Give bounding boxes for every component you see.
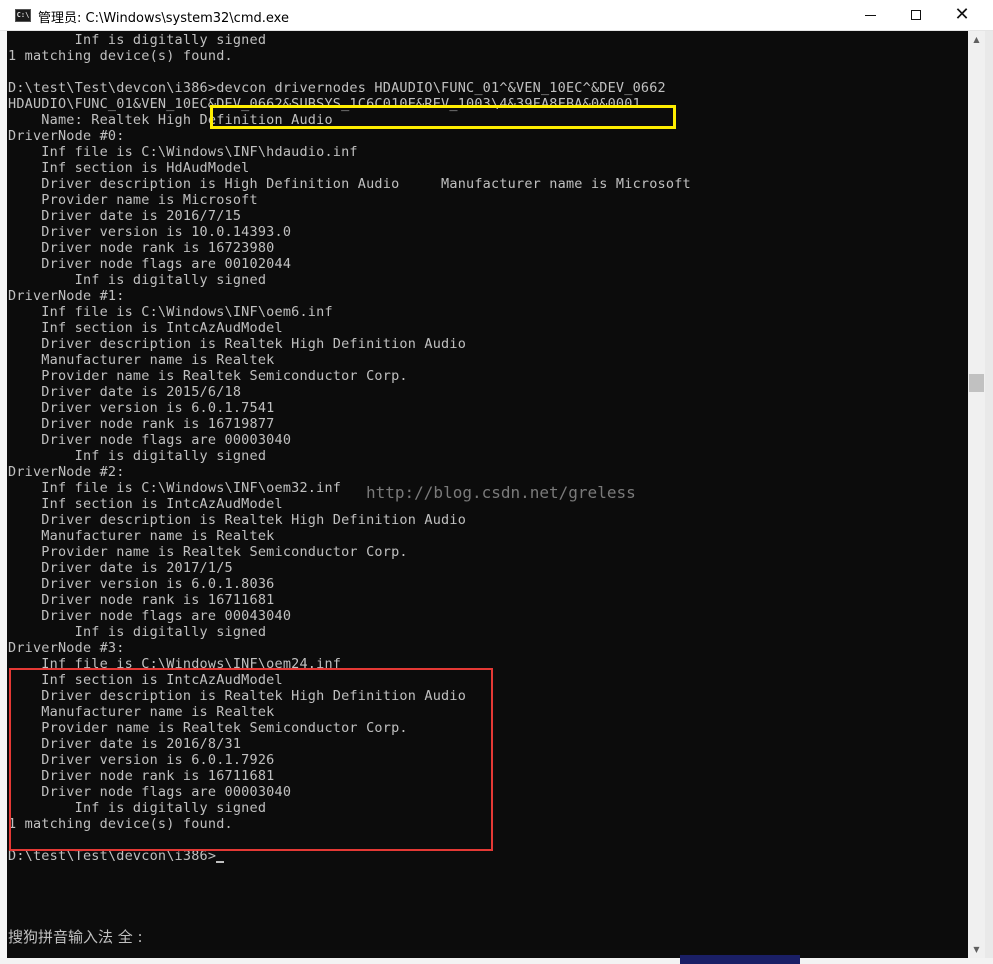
console-line: Driver version is 10.0.14393.0 [8,224,292,240]
console-line: Driver description is Realtek High Defin… [8,512,467,528]
console-output[interactable]: Inf is digitally signed 1 matching device… [7,31,968,958]
console-line: Inf is digitally signed [8,32,267,48]
console-line: Manufacturer name is Realtek [8,352,275,368]
console-line: Driver node flags are 00102044 [8,256,292,272]
console-line: 1 matching device(s) found. [8,48,233,64]
console-line: Driver node flags are 00043040 [8,608,292,624]
minimize-icon [864,14,876,16]
console-line: Driver description is High Definition Au… [8,176,691,192]
close-button[interactable]: ✕ [939,0,985,30]
background-banner [680,955,800,964]
console-line: DriverNode #3: [8,640,125,656]
watermark: http://blog.csdn.net/greless [366,483,636,502]
title-bar[interactable]: C:\ 管理员: C:\Windows\system32\cmd.exe ✕ [0,0,993,31]
console-line: Driver node rank is 16719877 [8,416,275,432]
command-highlight-box [210,105,676,129]
console-line: Driver description is Realtek High Defin… [8,336,467,352]
console-line: Provider name is Realtek Semiconductor C… [8,544,408,560]
text-cursor [216,861,225,863]
console-line: Inf is digitally signed [8,448,267,464]
console-line: D:\test\Test\devcon\i386>devcon driverno… [8,80,666,96]
console-line: Driver version is 6.0.1.7541 [8,400,275,416]
console-line: Inf is digitally signed [8,624,267,640]
desktop-background [985,31,993,964]
console-line: Driver date is 2015/6/18 [8,384,242,400]
vertical-scrollbar[interactable]: ▲ ▼ [968,31,985,958]
close-icon: ✕ [954,4,970,25]
console-line: Provider name is Realtek Semiconductor C… [8,368,408,384]
console-line: Driver node rank is 16711681 [8,592,275,608]
maximize-button[interactable] [893,0,939,30]
console-line: Driver node rank is 16723980 [8,240,275,256]
console-line: DriverNode #0: [8,128,125,144]
scroll-down-icon[interactable]: ▼ [968,941,985,958]
console-line: Driver node flags are 00003040 [8,432,292,448]
window-title: 管理员: C:\Windows\system32\cmd.exe [38,11,289,26]
console-line: Driver date is 2016/7/15 [8,208,242,224]
scroll-up-icon[interactable]: ▲ [968,31,985,48]
minimize-button[interactable] [847,0,893,30]
console-line: Manufacturer name is Realtek [8,528,275,544]
console-line: Inf file is C:\Windows\INF\oem6.inf [8,304,333,320]
console-line: DriverNode #1: [8,288,125,304]
ime-status: 搜狗拼音输入法 全 : [8,928,143,946]
cmd-icon: C:\ [15,9,31,22]
console-line: Driver version is 6.0.1.8036 [8,576,275,592]
console-line: Inf file is C:\Windows\INF\hdaudio.inf [8,144,358,160]
desktop-background-bottom [0,958,993,964]
drivernode-highlight-box [9,668,493,851]
console-line: Inf section is HdAudModel [8,160,250,176]
console-line: Driver date is 2017/1/5 [8,560,233,576]
console-line: Inf section is IntcAzAudModel [8,320,283,336]
console-line: Provider name is Microsoft [8,192,258,208]
window-left-edge [0,31,7,958]
console-line: Inf is digitally signed [8,272,267,288]
console-line: DriverNode #2: [8,464,125,480]
maximize-icon [911,10,921,20]
scroll-thumb[interactable] [969,374,984,392]
